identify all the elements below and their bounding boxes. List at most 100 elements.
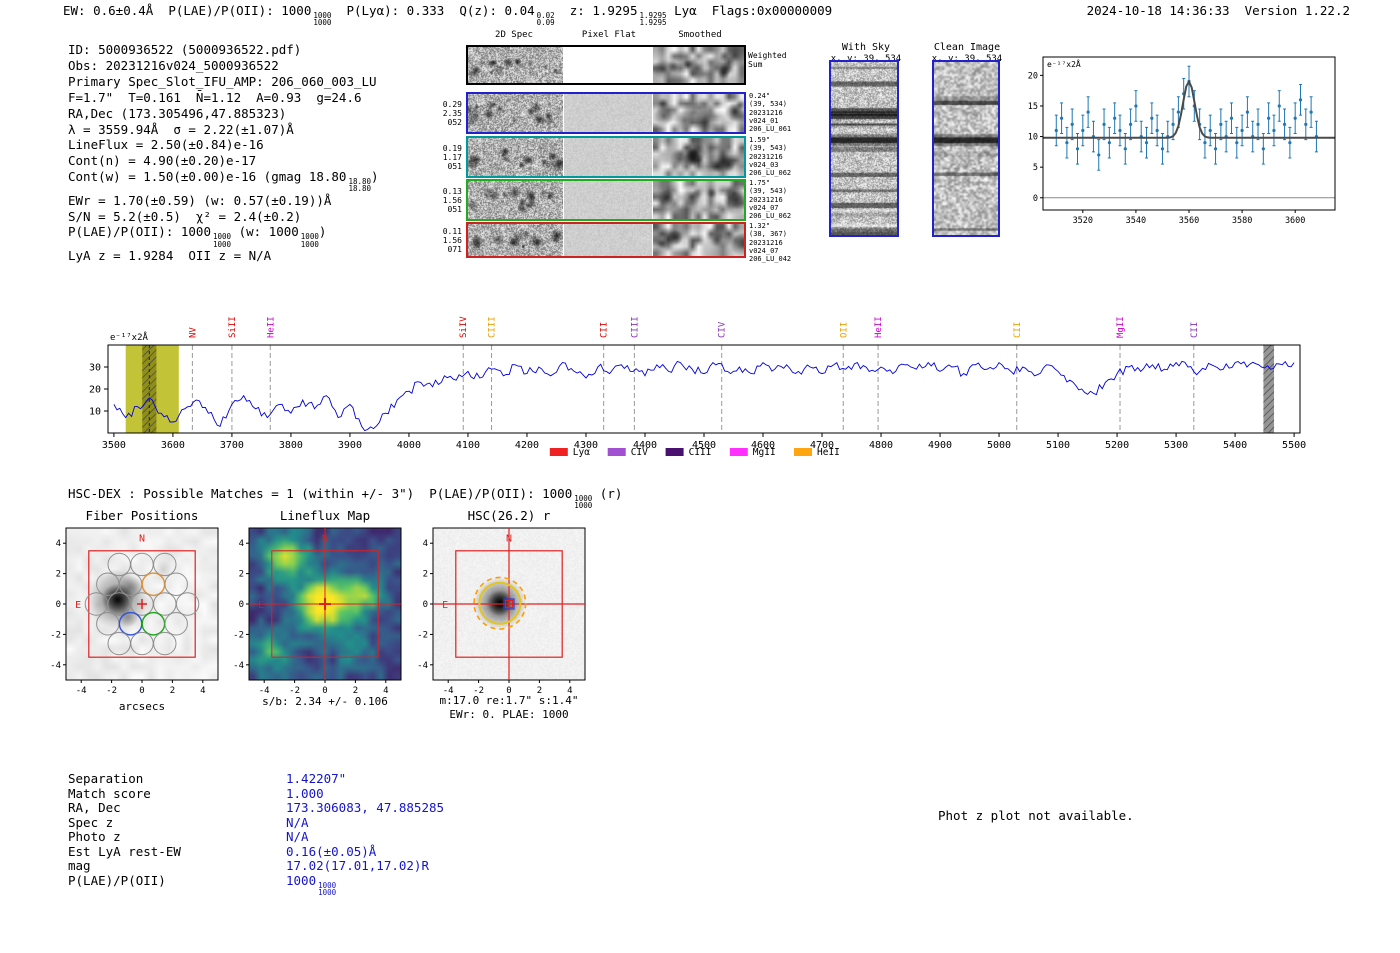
match-table-value: 173.306083, 47.885285 xyxy=(286,801,444,816)
svg-text:4: 4 xyxy=(56,539,61,549)
svg-text:-4: -4 xyxy=(76,686,87,696)
svg-text:20: 20 xyxy=(89,385,101,396)
svg-text:4000: 4000 xyxy=(397,440,421,451)
cutout-cell-image xyxy=(653,181,744,219)
svg-text:0: 0 xyxy=(139,686,144,696)
match-table-row: Photo zN/A xyxy=(68,830,444,845)
svg-text:3900: 3900 xyxy=(338,440,362,451)
cutout-row xyxy=(466,222,746,258)
match-table-value: 17.02(17.01,17.02)R xyxy=(286,859,429,874)
svg-text:4200: 4200 xyxy=(515,440,539,451)
match-table: Separation1.42207"Match score1.000RA, De… xyxy=(68,772,444,896)
full-spectrum-chart: NVSiIIHeIISiIVCIIICIICIIICIVOIIHeIICIIMg… xyxy=(60,290,1390,480)
svg-text:MgII: MgII xyxy=(753,447,776,458)
cutout-row-left-labels: 0.292.35052 xyxy=(436,100,462,127)
photz-note: Phot z plot not available. xyxy=(938,808,1134,823)
match-table-value: 0.16(±0.05)Å xyxy=(286,845,376,860)
svg-text:4900: 4900 xyxy=(928,440,952,451)
svg-text:CII: CII xyxy=(1013,322,1023,338)
svg-text:5000: 5000 xyxy=(987,440,1011,451)
svg-text:E: E xyxy=(258,600,264,611)
cutout-row-left-labels: 0.191.17051 xyxy=(436,144,462,171)
cutout-row-right-labels: 1.75"(39, 543)20231216v024_07206_LU_062 xyxy=(749,179,799,220)
fiber-positions-plot: -4-4-2-2002244NE xyxy=(26,518,231,698)
info-line: F=1.7" T=0.161 N̄=1.12 A=0.93 g=24.6 xyxy=(68,90,379,106)
info-line: RA,Dec (173.305496,47.885323) xyxy=(68,106,379,122)
svg-text:0: 0 xyxy=(423,600,428,610)
cutout-row xyxy=(466,179,746,221)
weighted-sum-label: Weighted Sum xyxy=(748,51,794,69)
svg-text:3800: 3800 xyxy=(279,440,303,451)
match-table-label: Est LyA rest-EW xyxy=(68,845,286,860)
svg-text:e⁻¹⁷x2Å: e⁻¹⁷x2Å xyxy=(110,331,149,343)
info-line: λ = 3559.94Å σ = 2.22(±1.07)Å xyxy=(68,122,379,138)
svg-text:CIII: CIII xyxy=(689,447,712,458)
svg-text:10: 10 xyxy=(89,407,101,418)
cutout-row xyxy=(466,45,746,85)
cutout-col-header: Pixel Flat xyxy=(564,30,654,40)
svg-text:5400: 5400 xyxy=(1223,440,1247,451)
info-line: LyA z = 1.9284 OII z = N/A xyxy=(68,248,379,264)
info-line: S/N = 5.2(±0.5) χ² = 2.4(±0.2) xyxy=(68,209,379,225)
svg-text:15: 15 xyxy=(1028,102,1038,112)
match-table-label: RA, Dec xyxy=(68,801,286,816)
stacked-fraction: 10001000 xyxy=(318,882,336,896)
svg-text:SiIV: SiIV xyxy=(459,316,469,338)
clean-image xyxy=(932,60,1000,237)
cutout-cell-image xyxy=(653,47,744,83)
hsc-caption-2: EWr: 0. PLAE: 1000 xyxy=(413,708,605,721)
svg-text:CII: CII xyxy=(1190,322,1200,338)
svg-text:5100: 5100 xyxy=(1046,440,1070,451)
info-line: Obs: 20231216v024_5000936522 xyxy=(68,58,379,74)
cutout-row xyxy=(466,92,746,134)
svg-text:-2: -2 xyxy=(50,630,61,640)
match-table-row: mag17.02(17.01,17.02)R xyxy=(68,859,444,874)
cutout-row-right-labels: 1.32"(38, 367)20231216v024_07206_LU_042 xyxy=(749,222,799,263)
match-table-row: Spec zN/A xyxy=(68,816,444,831)
svg-text:3500: 3500 xyxy=(102,440,126,451)
cutout-cell-image xyxy=(468,224,563,256)
stacked-fraction: 10001000 xyxy=(313,12,331,26)
svg-text:HeII: HeII xyxy=(817,447,840,458)
svg-text:Lyα: Lyα xyxy=(573,447,590,458)
svg-text:4100: 4100 xyxy=(456,440,480,451)
cutout-cell-image xyxy=(653,138,744,176)
svg-text:E: E xyxy=(75,600,81,611)
svg-text:2: 2 xyxy=(56,570,61,580)
match-table-label: Separation xyxy=(68,772,286,787)
stacked-fraction: 10001000 xyxy=(301,233,319,247)
stacked-fraction: 10001000 xyxy=(213,233,231,247)
cutout-row-right-labels: 1.59"(39, 543)20231216v024_03206_LU_062 xyxy=(749,136,799,177)
match-table-row: RA, Dec173.306083, 47.885285 xyxy=(68,801,444,816)
svg-text:e⁻¹⁷x2Å: e⁻¹⁷x2Å xyxy=(1047,58,1081,69)
svg-text:N: N xyxy=(506,534,512,545)
svg-text:5: 5 xyxy=(1033,163,1038,173)
stacked-fraction: 1.92951.9295 xyxy=(639,12,666,26)
cutout-col-header: 2D Spec xyxy=(469,30,559,40)
svg-text:4: 4 xyxy=(200,686,205,696)
header-timestamp: 2024-10-18 14:36:33 Version 1.22.2 xyxy=(1020,3,1350,18)
svg-text:3520: 3520 xyxy=(1073,216,1093,226)
info-line: LineFlux = 2.50(±0.84)e-16 xyxy=(68,137,379,153)
svg-text:0: 0 xyxy=(1033,194,1038,204)
svg-text:4: 4 xyxy=(239,539,244,549)
info-line: ID: 5000936522 (5000936522.pdf) xyxy=(68,42,379,58)
svg-text:3600: 3600 xyxy=(1285,216,1305,226)
match-table-label: Spec z xyxy=(68,816,286,831)
match-table-value: N/A xyxy=(286,830,309,845)
svg-text:-2: -2 xyxy=(417,630,428,640)
cutout-cell-image xyxy=(564,181,652,219)
info-line: Primary Spec_Slot_IFU_AMP: 206_060_003_L… xyxy=(68,74,379,90)
svg-text:2: 2 xyxy=(239,570,244,580)
info-line: Cont(w) = 1.50(±0.00)e-16 (gmag 18.8018.… xyxy=(68,169,379,192)
cutout-cell-image xyxy=(468,181,563,219)
match-table-label: mag xyxy=(68,859,286,874)
match-table-label: Photo z xyxy=(68,830,286,845)
svg-text:3560: 3560 xyxy=(1179,216,1199,226)
with-sky-title: With Sky xyxy=(811,42,921,53)
elixer-report-page: EW: 0.6±0.4Å P(LAE)/P(OII): 100010001000… xyxy=(0,0,1400,953)
line-fit-chart: 3520354035603580360005101520e⁻¹⁷x2Å xyxy=(1005,45,1350,235)
svg-text:-4: -4 xyxy=(50,661,61,671)
svg-text:HeII: HeII xyxy=(266,316,276,338)
match-table-row: Separation1.42207" xyxy=(68,772,444,787)
